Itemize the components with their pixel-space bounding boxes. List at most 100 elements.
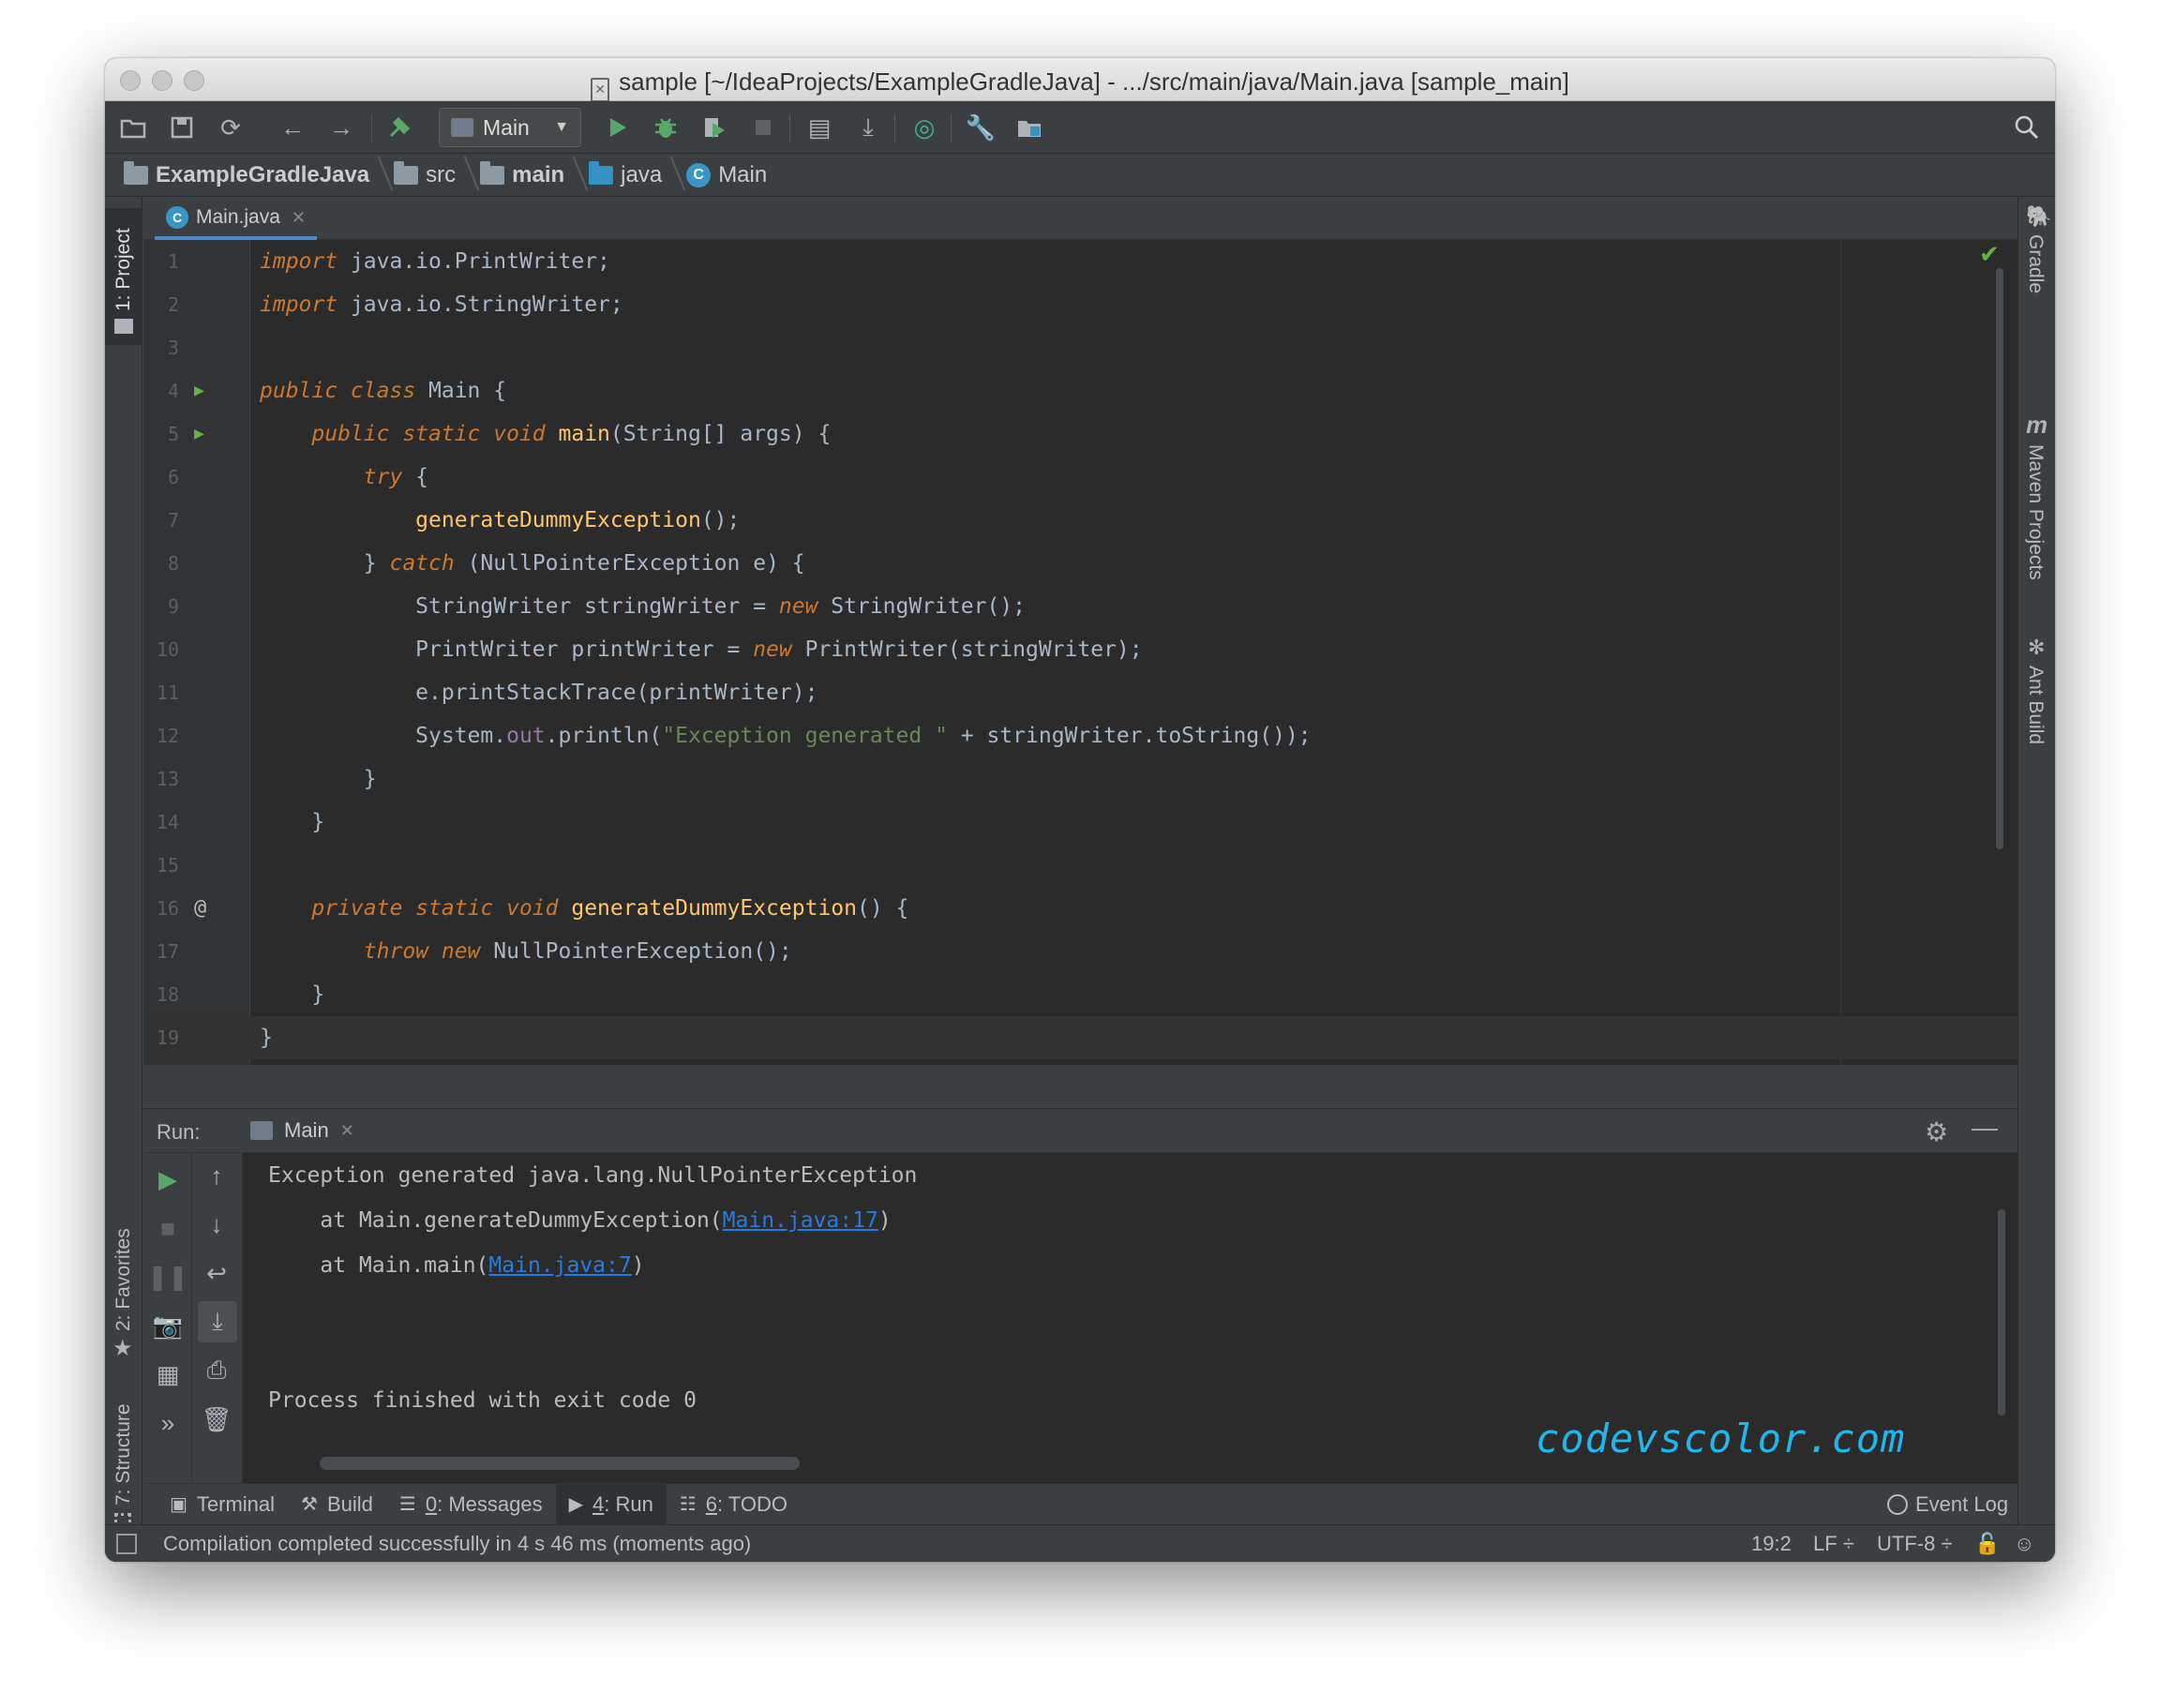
run-icon[interactable]	[600, 111, 634, 144]
code-line: 11 e.printStackTrace(printWriter);	[143, 671, 2018, 714]
code-text: generateDummyException();	[415, 508, 741, 532]
code-text: StringWriter stringWriter = new StringWr…	[260, 594, 1026, 619]
unlock-icon[interactable]: 🔓	[1974, 1532, 2000, 1556]
todo-tab-shortcut: 6	[705, 1491, 718, 1516]
line-number: 10	[156, 638, 179, 661]
rerun-icon[interactable]: ▶	[143, 1159, 192, 1200]
minimize-icon[interactable]: —	[1972, 1113, 1998, 1143]
print-icon[interactable]: ⎙	[192, 1350, 241, 1391]
code-editor[interactable]: ✔ 1 import java.io.PrintWriter; 2 import ja…	[143, 240, 2018, 1065]
run-tab-shortcut: 4	[592, 1491, 605, 1516]
back-icon[interactable]: ←	[276, 111, 309, 144]
code-line: 19}	[143, 1016, 2018, 1059]
favorites-tool-tab[interactable]: 2: Favorites	[112, 1228, 135, 1331]
sync-icon[interactable]: ⟳	[214, 111, 248, 144]
messages-tab[interactable]: ☰ 0: Messages	[386, 1484, 556, 1525]
code-text: PrintWriter printWriter = new PrintWrite…	[260, 637, 1143, 662]
run-toolbar-primary: ▶ ■ ❚❚ 📷 ▦ »	[143, 1153, 192, 1483]
ant-build-tool-tab[interactable]: Ant Build	[2024, 666, 2047, 744]
breadcrumb-label: main	[512, 161, 565, 187]
layout-icon[interactable]: ▦	[143, 1354, 192, 1395]
play-icon: ▶	[568, 1494, 583, 1515]
hector-inspector-icon[interactable]: ☺	[2014, 1532, 2034, 1556]
breadcrumb: ExampleGradleJava src main java C Main	[105, 154, 2055, 197]
down-stack-icon[interactable]: ↓	[192, 1204, 241, 1245]
pause-icon[interactable]: ❚❚	[143, 1256, 192, 1297]
console-text: at Main.generateDummyException(	[268, 1208, 723, 1233]
run-gutter-icon[interactable]: ▶	[194, 412, 217, 456]
tool-windows-toggle-icon[interactable]	[116, 1534, 137, 1554]
console-line: at Main.generateDummyException(Main.java…	[268, 1198, 891, 1243]
run-panel-header: Run: Main ✕ ⚙ —	[143, 1108, 2018, 1153]
code-text: throw new NullPointerException();	[363, 939, 792, 964]
search-icon[interactable]	[2010, 111, 2044, 144]
run-gutter-icon[interactable]: ▶	[194, 369, 217, 412]
usages-gutter-icon[interactable]: @	[194, 887, 217, 930]
settings-wrench-icon[interactable]: 🔧	[964, 111, 998, 144]
project-structure-icon[interactable]	[1012, 111, 1046, 144]
maven-tool-tab[interactable]: Maven Projects	[2024, 444, 2047, 580]
event-log-tab[interactable]: Event Log	[1887, 1484, 2008, 1525]
console-vertical-scrollbar[interactable]	[1998, 1209, 2005, 1416]
run-tab-main[interactable]: Main ✕	[237, 1109, 368, 1152]
vcs-commit-icon[interactable]: ⤓	[851, 111, 885, 144]
encoding-select[interactable]: UTF-8 ÷	[1877, 1532, 1953, 1556]
up-stack-icon[interactable]: ↑	[192, 1155, 241, 1196]
breadcrumb-project[interactable]: ExampleGradleJava	[124, 160, 382, 188]
breadcrumb-main[interactable]: main	[480, 160, 578, 188]
save-icon[interactable]	[165, 111, 199, 144]
close-icon[interactable]: ✕	[340, 1121, 354, 1141]
project-tool-tab[interactable]: 1: Project	[105, 208, 142, 345]
gear-icon[interactable]: ⚙	[1925, 1116, 1948, 1147]
console-line: Process finished with exit code 0	[268, 1388, 697, 1413]
breadcrumb-java[interactable]: java	[589, 160, 675, 188]
debug-bug-icon[interactable]	[649, 111, 682, 144]
build-tab-label: Build	[326, 1491, 373, 1516]
run-tool-tab[interactable]: ▶ 4: Run	[555, 1483, 667, 1525]
code-text: import java.io.PrintWriter;	[260, 249, 610, 274]
console-horizontal-scrollbar[interactable]	[320, 1457, 800, 1470]
code-line: 3	[143, 326, 2018, 369]
ide-window: ✕ sample [~/IdeaProjects/ExampleGradleJav…	[105, 58, 2055, 1562]
breadcrumb-label: src	[426, 161, 457, 187]
breadcrumb-src[interactable]: src	[394, 160, 469, 188]
soft-wrap-icon[interactable]: ↩	[192, 1252, 241, 1294]
line-number: 13	[156, 768, 179, 790]
screenshot-icon[interactable]: 📷	[143, 1305, 192, 1346]
terminal-tab[interactable]: ▣ Terminal	[157, 1484, 288, 1525]
more-icon[interactable]: »	[143, 1402, 192, 1444]
trash-icon[interactable]: 🗑	[192, 1399, 241, 1440]
line-number: 5	[167, 423, 179, 445]
line-separator-select[interactable]: LF ÷	[1813, 1532, 1854, 1556]
code-line: 14 }	[143, 801, 2018, 844]
tab-main-java[interactable]: C Main.java ✕	[155, 199, 317, 240]
code-text: }	[260, 1026, 273, 1050]
terminal-icon: ▣	[170, 1494, 188, 1515]
editor-tab-bar: C Main.java ✕	[143, 197, 2018, 240]
stop-icon[interactable]	[746, 111, 780, 144]
todo-tab[interactable]: ☷ 6: TODO	[667, 1484, 801, 1525]
code-line: 6 try {	[143, 456, 2018, 499]
structure-tool-tab[interactable]: 7: Structure	[112, 1403, 135, 1506]
line-number: 4	[167, 380, 179, 402]
build-hammer-icon[interactable]	[382, 111, 416, 144]
stacktrace-link[interactable]: Main.java:17	[723, 1208, 878, 1233]
caret-position[interactable]: 19:2	[1751, 1532, 1792, 1556]
stacktrace-link[interactable]: Main.java:7	[488, 1253, 631, 1278]
run-with-coverage-icon[interactable]	[698, 111, 731, 144]
scroll-to-end-icon[interactable]: ⤓	[198, 1301, 237, 1342]
code-line: 7 generateDummyException();	[143, 499, 2018, 542]
gradle-refresh-icon[interactable]: ◎	[908, 111, 941, 144]
breadcrumb-class[interactable]: C Main	[686, 162, 780, 188]
build-tab[interactable]: ⚒ Build	[288, 1484, 386, 1525]
stop-icon[interactable]: ■	[143, 1207, 192, 1249]
gradle-tool-tab[interactable]: Gradle	[2024, 234, 2047, 293]
close-icon[interactable]: ✕	[292, 208, 306, 228]
open-folder-icon[interactable]	[116, 111, 150, 144]
vcs-update-icon[interactable]: ▤	[802, 111, 836, 144]
run-configuration-select[interactable]: Main ▼	[439, 108, 581, 147]
hammer-icon: ⚒	[301, 1494, 318, 1515]
forward-icon[interactable]: →	[324, 111, 358, 144]
breadcrumb-label: Main	[718, 161, 768, 187]
code-line: 12 System.out.println("Exception generat…	[143, 714, 2018, 757]
